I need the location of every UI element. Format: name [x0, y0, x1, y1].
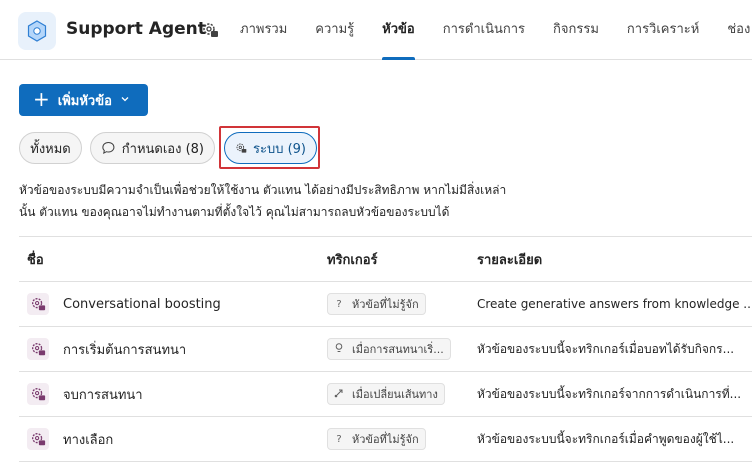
- add-topic-button[interactable]: + เพิ่มหัวข้อ: [19, 84, 148, 116]
- chat-icon: [102, 141, 115, 155]
- table-row[interactable]: ทางเลือก ? หัวข้อที่ไม่รู้จัก หัวข้อของร…: [19, 417, 752, 462]
- trigger-label: หัวข้อที่ไม่รู้จัก: [352, 298, 419, 311]
- filter-custom-label: กำหนดเอง (8): [121, 141, 204, 157]
- tab-activity[interactable]: กิจกรรม: [553, 0, 599, 60]
- topic-name[interactable]: Conversational boosting: [63, 297, 221, 312]
- add-topic-label: เพิ่มหัวข้อ: [57, 93, 112, 109]
- system-topic-icon: [27, 338, 49, 360]
- filter-all-label: ทั้งหมด: [30, 141, 71, 157]
- description-line-2: นั้น ตัวแทน ของคุณอาจไม่ทำงานตามที่ตั้งใ…: [19, 205, 450, 219]
- system-gear-icon: [236, 143, 247, 153]
- redirect-icon: [334, 388, 344, 401]
- system-topic-icon: [27, 293, 49, 315]
- nav-tabs: ภาพรวม ความรู้ หัวข้อ การดำเนินการ กิจกร…: [240, 0, 752, 60]
- top-header: Support Agent ภาพรวม ความรู้ หัวข้อ การด…: [0, 0, 752, 60]
- tab-analytics[interactable]: การวิเคราะห์: [627, 0, 699, 60]
- filter-custom[interactable]: กำหนดเอง (8): [90, 132, 215, 164]
- settings-gear-icon[interactable]: [201, 21, 219, 39]
- trigger-label: หัวข้อที่ไม่รู้จัก: [352, 433, 419, 446]
- table-row[interactable]: การเริ่มต้นการสนทนา เมื่อการสนทนาเริ่...…: [19, 327, 752, 372]
- trigger-label: เมื่อเปลี่ยนเส้นทาง: [352, 388, 438, 401]
- filter-system-label: ระบบ (9): [252, 141, 306, 157]
- tab-knowledge[interactable]: ความรู้: [315, 0, 354, 60]
- topic-name[interactable]: ทางเลือก: [63, 429, 113, 450]
- system-topic-icon: [27, 383, 49, 405]
- tab-topics[interactable]: หัวข้อ: [382, 0, 415, 60]
- column-header-details[interactable]: รายละเอียด: [477, 237, 752, 281]
- app-title: Support Agent: [66, 19, 206, 39]
- table-row[interactable]: Conversational boosting ? หัวข้อที่ไม่รู…: [19, 282, 752, 327]
- plus-icon: +: [33, 87, 50, 111]
- trigger-label: เมื่อการสนทนาเริ่...: [352, 343, 444, 356]
- trigger-tag: ? หัวข้อที่ไม่รู้จัก: [327, 428, 426, 450]
- tab-overview[interactable]: ภาพรวม: [240, 0, 287, 60]
- topic-details: หัวข้อของระบบนี้จะทริกเกอร์จากการดำเนินก…: [477, 386, 742, 401]
- topic-details: หัวข้อของระบบนี้จะทริกเกอร์เมื่อคำพูดของ…: [477, 431, 735, 446]
- table-header-row: ชื่อ ทริกเกอร์ รายละเอียด: [19, 237, 752, 282]
- filter-all[interactable]: ทั้งหมด: [19, 132, 82, 164]
- filter-system[interactable]: ระบบ (9): [224, 132, 317, 164]
- trigger-tag: เมื่อการสนทนาเริ่...: [327, 338, 451, 360]
- topic-name[interactable]: จบการสนทนา: [63, 384, 143, 405]
- trigger-tag: ? หัวข้อที่ไม่รู้จัก: [327, 293, 426, 315]
- system-topics-description: หัวข้อของระบบมีความจำเป็นเพื่อช่วยให้ใช้…: [19, 179, 579, 223]
- description-line-1: หัวข้อของระบบมีความจำเป็นเพื่อช่วยให้ใช้…: [19, 183, 507, 197]
- bulb-icon: [334, 342, 344, 356]
- tab-actions[interactable]: การดำเนินการ: [443, 0, 525, 60]
- topic-details: หัวข้อของระบบนี้จะทริกเกอร์เมื่อบอทได้รั…: [477, 341, 735, 356]
- table-row[interactable]: จบการสนทนา เมื่อเปลี่ยนเส้นทาง หัวข้อของ…: [19, 372, 752, 417]
- tab-channels[interactable]: ช่อง: [727, 0, 750, 60]
- question-icon: ?: [336, 433, 342, 445]
- column-header-name[interactable]: ชื่อ: [27, 237, 317, 281]
- topics-table: ชื่อ ทริกเกอร์ รายละเอียด Conversational…: [19, 236, 752, 462]
- topic-details: Create generative answers from knowledge…: [477, 297, 752, 311]
- topic-name[interactable]: การเริ่มต้นการสนทนา: [63, 339, 186, 360]
- chevron-down-icon: [120, 93, 130, 108]
- question-icon: ?: [336, 298, 342, 310]
- agent-avatar-icon: [18, 12, 56, 50]
- trigger-tag: เมื่อเปลี่ยนเส้นทาง: [327, 383, 445, 405]
- system-topic-icon: [27, 428, 49, 450]
- column-header-trigger[interactable]: ทริกเกอร์: [327, 237, 467, 281]
